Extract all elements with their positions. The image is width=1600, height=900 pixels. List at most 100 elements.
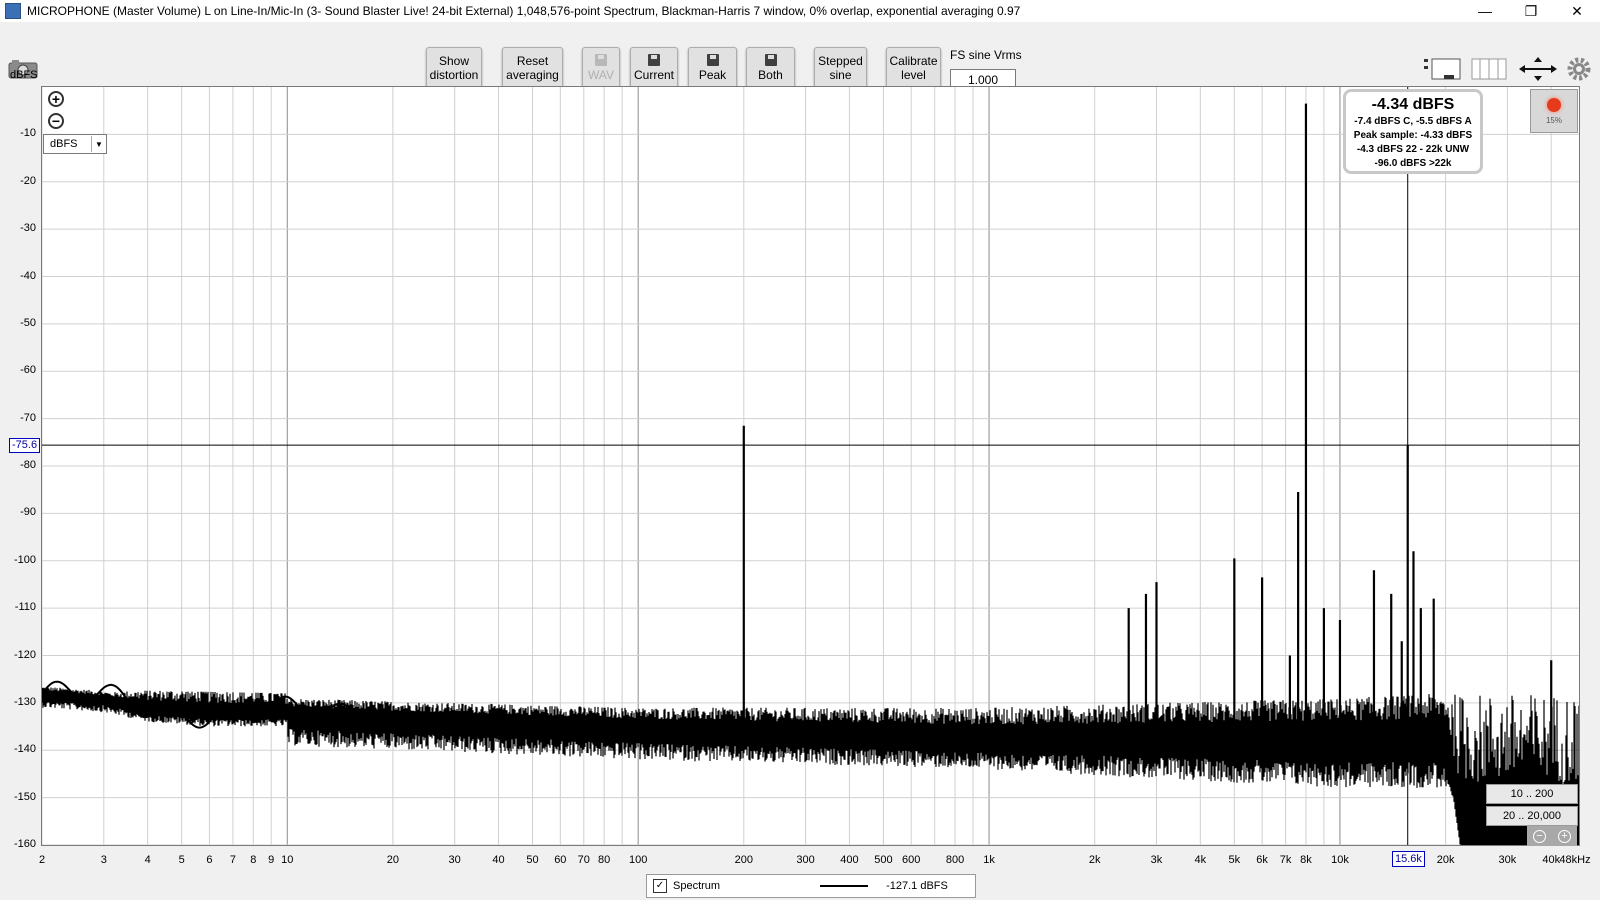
x-tick-label: 40k — [1542, 854, 1561, 866]
record-icon — [1547, 98, 1561, 112]
x-tick-label: 4 — [144, 854, 151, 866]
floppy-icon — [706, 54, 719, 66]
fs-sine-label: FS sine Vrms — [950, 48, 1022, 62]
graph-layout-icon[interactable] — [1424, 56, 1462, 82]
y-tick-label: -50 — [20, 316, 36, 329]
x-tick-label: 8 — [250, 854, 257, 866]
x-tick-label: 400 — [840, 854, 859, 866]
y-axis-unit: dBFS — [10, 69, 38, 81]
zoom-out-icon[interactable]: − — [48, 113, 64, 129]
x-tick-label: 70 — [577, 854, 590, 866]
x-tick-label: 40 — [492, 854, 505, 866]
zoom-in-icon[interactable]: + — [48, 91, 64, 107]
y-tick-label: -10 — [20, 127, 36, 140]
x-tick-label: 2 — [38, 854, 46, 866]
x-tick-label: 7k — [1279, 854, 1292, 866]
chevron-down-icon: ▼ — [91, 136, 106, 152]
x-tick-label: 10k — [1331, 854, 1349, 866]
y-tick-label: -80 — [20, 459, 36, 471]
record-level: 15% — [1545, 116, 1562, 125]
x-tick-label: 5 — [178, 854, 185, 866]
cursor-y-readout: -75.6 — [9, 438, 41, 453]
level-readout: -4.34 dBFS -7.4 dBFS C, -5.5 dBFS A Peak… — [1343, 89, 1483, 174]
save-current-button[interactable]: Current — [630, 47, 678, 89]
reset-averaging-line1: Reset — [516, 54, 549, 68]
x-tick-label: 3k — [1150, 854, 1163, 866]
reset-averaging-line2: averaging — [506, 68, 559, 82]
legend-series-name: Spectrum — [673, 880, 721, 892]
x-tick-label: 20 — [386, 854, 400, 866]
y-tick-label: -60 — [20, 364, 36, 377]
x-tick-label: 200 — [734, 854, 753, 866]
level-line: -7.4 dBFS C, -5.5 dBFS A — [1354, 116, 1472, 127]
y-tick-label: -90 — [20, 506, 36, 519]
y-tick-label: -110 — [14, 601, 36, 614]
save-both-button[interactable]: Both — [746, 47, 795, 89]
y-tick-label: -20 — [20, 174, 36, 187]
range-20-20000-button[interactable]: 20 .. 20,000 — [1486, 806, 1578, 826]
record-button[interactable]: 15% — [1530, 89, 1578, 133]
x-tick-label: 20k — [1436, 854, 1455, 866]
x-tick-label: 6 — [206, 854, 213, 866]
reset-averaging-button[interactable]: Reset averaging — [502, 47, 563, 89]
spectrum-chart — [42, 87, 1579, 845]
x-tick-label: 50 — [526, 854, 539, 866]
close-button[interactable]: ✕ — [1554, 0, 1600, 22]
minimize-button[interactable]: — — [1462, 0, 1508, 22]
save-wav-button[interactable]: WAV — [582, 47, 620, 89]
unit-select[interactable]: dBFS ▼ — [43, 134, 107, 154]
x-zoom-in-icon[interactable]: + — [1558, 829, 1571, 843]
x-tick-label: 100 — [628, 854, 648, 866]
gear-icon[interactable] — [1566, 56, 1592, 82]
y-tick-label: -140 — [13, 743, 36, 756]
app-icon — [5, 3, 21, 19]
stepped-sine-line2: sine — [829, 68, 852, 82]
x-tick-label: 60 — [554, 854, 567, 866]
current-label: Current — [633, 68, 674, 82]
restore-button[interactable]: ❐ — [1508, 0, 1554, 22]
x-tick-label: 500 — [874, 854, 893, 866]
x-zoom-out-icon[interactable]: − — [1533, 829, 1546, 843]
legend: ✓ Spectrum -127.1 dBFS — [646, 874, 976, 898]
x-tick-label: 4k — [1194, 854, 1207, 866]
window-title: MICROPHONE (Master Volume) L on Line-In/… — [27, 4, 1021, 18]
peak-label: Peak — [698, 68, 727, 82]
y-tick-label: -100 — [13, 553, 36, 566]
x-tick-label: 80 — [598, 854, 611, 866]
split-view-icon[interactable] — [1470, 56, 1508, 82]
x-tick-label: 6k — [1256, 854, 1268, 866]
save-peak-button[interactable]: Peak — [688, 47, 737, 89]
x-tick-label: 10 — [281, 854, 294, 866]
x-tick-label: 1k — [983, 854, 995, 866]
stepped-sine-line1: Stepped — [818, 54, 863, 68]
stepped-sine-button[interactable]: Stepped sine — [814, 47, 867, 89]
calibrate-level-line1: Calibrate — [889, 54, 938, 68]
floppy-icon — [648, 54, 660, 66]
x-tick-label: 30 — [448, 854, 461, 866]
x-tick-label: 8k — [1300, 854, 1312, 866]
calibrate-level-button[interactable]: Calibrate level — [886, 47, 941, 89]
x-tick-label: 7 — [229, 854, 236, 866]
title-bar: MICROPHONE (Master Volume) L on Line-In/… — [0, 0, 1600, 22]
x-tick-label: 5k — [1228, 854, 1241, 866]
x-tick-label: 2k — [1088, 854, 1101, 866]
plot-area[interactable]: + − — [41, 86, 1580, 846]
toolbar: Show distortion Reset averaging WAV Curr… — [0, 22, 1600, 90]
legend-swatch — [820, 885, 869, 887]
y-tick-label: -120 — [13, 648, 36, 661]
show-distortion-line1: Show — [438, 54, 470, 68]
x-tick-label: 800 — [945, 854, 965, 866]
y-tick-label: -160 — [13, 838, 36, 850]
wav-label: WAV — [588, 68, 614, 82]
spectrum-checkbox[interactable]: ✓ — [653, 879, 667, 893]
move-arrows-icon[interactable] — [1518, 56, 1558, 82]
x-tick-label: 48kHz — [1559, 854, 1591, 866]
show-distortion-button[interactable]: Show distortion — [426, 47, 482, 89]
range-10-200-button[interactable]: 10 .. 200 — [1486, 784, 1578, 804]
level-line: Peak sample: -4.33 dBFS — [1353, 130, 1473, 141]
floppy-icon — [595, 54, 607, 66]
y-tick-label: -130 — [13, 695, 36, 708]
x-tick-label: 9 — [268, 854, 275, 866]
x-tick-label: 30k — [1498, 854, 1517, 866]
cursor-x-readout: 15.6k — [1392, 851, 1425, 867]
